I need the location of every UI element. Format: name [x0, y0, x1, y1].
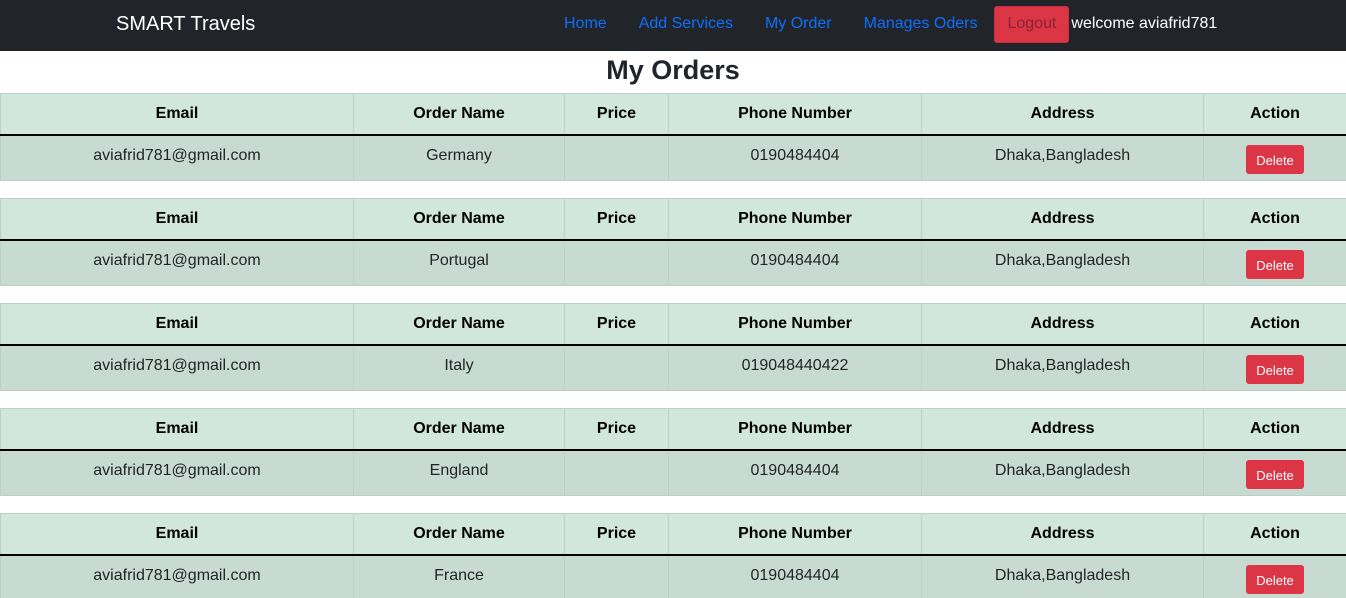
- table-row: aviafrid781@gmail.com Portugal 0190484404 D…: [0, 239, 1346, 286]
- column-header-address: Address: [921, 303, 1204, 346]
- column-header-order-name: Order Name: [353, 198, 565, 241]
- column-header-phone-number: Phone Number: [668, 303, 922, 346]
- table-row: aviafrid781@gmail.com Germany 0190484404 Dh…: [0, 134, 1346, 181]
- order-table: Email Order Name Price Phone Number Address A…: [0, 93, 1346, 181]
- cell-order-name: Italy: [353, 344, 565, 391]
- nav-links: Home Add Services My Order Manages Oders…: [548, 0, 1217, 48]
- cell-order-name: France: [353, 554, 565, 598]
- cell-action: Delete: [1203, 134, 1346, 181]
- page-title: My Orders: [606, 55, 740, 85]
- cell-action: Delete: [1203, 554, 1346, 598]
- cell-phone-number: 0190484404: [668, 239, 922, 286]
- nav-link-home[interactable]: Home: [548, 15, 623, 33]
- nav-link-my-order[interactable]: My Order: [749, 15, 848, 33]
- column-header-order-name: Order Name: [353, 513, 565, 556]
- table-row: aviafrid781@gmail.com England 0190484404 Dh…: [0, 449, 1346, 496]
- column-header-order-name: Order Name: [353, 93, 565, 136]
- table-row: aviafrid781@gmail.com Italy 019048440422 Dh…: [0, 344, 1346, 391]
- column-header-order-name: Order Name: [353, 303, 565, 346]
- column-header-phone-number: Phone Number: [668, 513, 922, 556]
- cell-order-name: England: [353, 449, 565, 496]
- table-header-row: Email Order Name Price Phone Number Address A…: [0, 198, 1346, 241]
- column-header-email: Email: [0, 93, 354, 136]
- order-table: Email Order Name Price Phone Number Address A…: [0, 408, 1346, 496]
- column-header-price: Price: [564, 303, 669, 346]
- column-header-email: Email: [0, 198, 354, 241]
- delete-button[interactable]: Delete: [1246, 459, 1304, 489]
- brand-logo[interactable]: SMART Travels: [116, 0, 255, 48]
- table-header-row: Email Order Name Price Phone Number Address A…: [0, 408, 1346, 451]
- nav-link-add-services[interactable]: Add Services: [623, 15, 749, 33]
- nav-link-manage-orders[interactable]: Manages Oders: [848, 15, 994, 33]
- table-row: aviafrid781@gmail.com France 0190484404 Dha…: [0, 554, 1346, 598]
- cell-price: [564, 449, 669, 496]
- column-header-email: Email: [0, 513, 354, 556]
- column-header-phone-number: Phone Number: [668, 198, 922, 241]
- orders-list: Email Order Name Price Phone Number Address A…: [0, 93, 1346, 598]
- cell-action: Delete: [1203, 239, 1346, 286]
- cell-phone-number: 019048440422: [668, 344, 922, 391]
- column-header-address: Address: [921, 408, 1204, 451]
- column-header-address: Address: [921, 513, 1204, 556]
- column-header-price: Price: [564, 513, 669, 556]
- table-header-row: Email Order Name Price Phone Number Address A…: [0, 303, 1346, 346]
- cell-address: Dhaka,Bangladesh: [921, 134, 1204, 181]
- order-table: Email Order Name Price Phone Number Address A…: [0, 198, 1346, 286]
- logout-button[interactable]: Logout: [994, 5, 1070, 43]
- column-header-action: Action: [1203, 513, 1346, 556]
- cell-address: Dhaka,Bangladesh: [921, 449, 1204, 496]
- column-header-phone-number: Phone Number: [668, 408, 922, 451]
- column-header-address: Address: [921, 93, 1204, 136]
- cell-price: [564, 344, 669, 391]
- order-table: Email Order Name Price Phone Number Address A…: [0, 303, 1346, 391]
- delete-button[interactable]: Delete: [1246, 249, 1304, 279]
- cell-email: aviafrid781@gmail.com: [0, 134, 354, 181]
- column-header-price: Price: [564, 408, 669, 451]
- order-table: Email Order Name Price Phone Number Address A…: [0, 513, 1346, 598]
- cell-price: [564, 239, 669, 286]
- welcome-text: welcome aviafrid781: [1071, 15, 1218, 32]
- column-header-price: Price: [564, 198, 669, 241]
- cell-email: aviafrid781@gmail.com: [0, 344, 354, 391]
- cell-action: Delete: [1203, 449, 1346, 496]
- column-header-action: Action: [1203, 408, 1346, 451]
- cell-address: Dhaka,Bangladesh: [921, 239, 1204, 286]
- column-header-action: Action: [1203, 198, 1346, 241]
- cell-price: [564, 134, 669, 181]
- cell-address: Dhaka,Bangladesh: [921, 554, 1204, 598]
- cell-phone-number: 0190484404: [668, 134, 922, 181]
- column-header-email: Email: [0, 408, 354, 451]
- cell-address: Dhaka,Bangladesh: [921, 344, 1204, 391]
- cell-email: aviafrid781@gmail.com: [0, 449, 354, 496]
- delete-button[interactable]: Delete: [1246, 144, 1304, 174]
- cell-email: aviafrid781@gmail.com: [0, 554, 354, 598]
- column-header-action: Action: [1203, 93, 1346, 136]
- cell-phone-number: 0190484404: [668, 449, 922, 496]
- cell-price: [564, 554, 669, 598]
- column-header-address: Address: [921, 198, 1204, 241]
- top-navbar: SMART Travels Home Add Services My Order…: [0, 0, 1346, 51]
- cell-phone-number: 0190484404: [668, 554, 922, 598]
- cell-action: Delete: [1203, 344, 1346, 391]
- column-header-phone-number: Phone Number: [668, 93, 922, 136]
- delete-button[interactable]: Delete: [1246, 354, 1304, 384]
- column-header-email: Email: [0, 303, 354, 346]
- cell-order-name: Germany: [353, 134, 565, 181]
- column-header-order-name: Order Name: [353, 408, 565, 451]
- column-header-price: Price: [564, 93, 669, 136]
- table-header-row: Email Order Name Price Phone Number Address A…: [0, 93, 1346, 136]
- cell-email: aviafrid781@gmail.com: [0, 239, 354, 286]
- cell-order-name: Portugal: [353, 239, 565, 286]
- delete-button[interactable]: Delete: [1246, 564, 1304, 594]
- column-header-action: Action: [1203, 303, 1346, 346]
- table-header-row: Email Order Name Price Phone Number Address A…: [0, 513, 1346, 556]
